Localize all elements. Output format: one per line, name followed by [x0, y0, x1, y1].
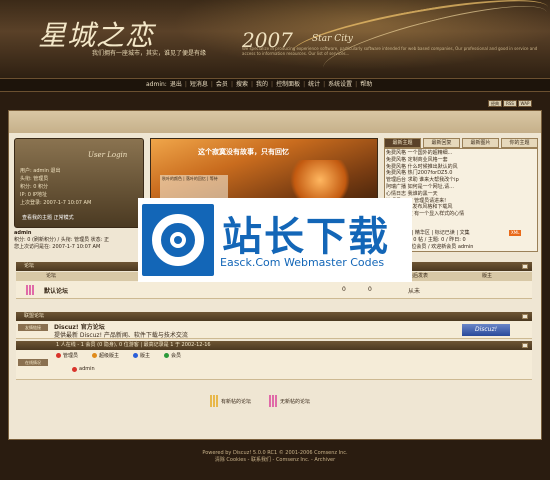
online-legend: 管理员 超级版主 版主 会员 — [56, 352, 181, 359]
collapse-icon[interactable] — [522, 343, 528, 348]
nav-item-search[interactable]: 搜索 — [236, 80, 248, 89]
login-row-user: 用户: admin 退出 — [20, 168, 61, 174]
legend-admin: 管理员 — [56, 352, 78, 359]
online-user[interactable]: admin — [72, 366, 95, 372]
news-item[interactable]: 免费风格 一个国外的超精细... — [386, 150, 464, 157]
news-item[interactable]: 心情日志 我谁的黑一天 — [386, 191, 464, 198]
supermod-icon — [92, 353, 98, 358]
login-row-points: 积分: 0 积分 — [20, 184, 49, 190]
rss-button[interactable]: RSS — [503, 100, 517, 107]
online-label: 在线情况 — [18, 359, 48, 366]
collapse-icon[interactable] — [522, 264, 528, 269]
news-item[interactable]: 免费风格 定制商业风格一套 — [386, 157, 464, 164]
watermark-core-icon — [170, 232, 186, 248]
nav-item-control-panel[interactable]: 控制面板 — [276, 80, 300, 89]
nav-item-stats[interactable]: 统计 — [308, 80, 320, 89]
top-strip — [9, 111, 541, 133]
photo-poem: 秋叶的颜色 | 落叶的回忆 | 等待 — [160, 175, 228, 199]
nav-item-help[interactable]: 帮助 — [360, 80, 372, 89]
my-topics-label[interactable]: 查看我的主题 — [22, 215, 52, 221]
legend-new-posts: 有新帖的论坛 — [210, 395, 251, 407]
online-panel: 在线情况 管理员 超级版主 版主 会员 admin — [16, 350, 532, 380]
nav-item-my[interactable]: 我的 — [256, 80, 268, 89]
nav-user[interactable]: admin: — [146, 80, 167, 89]
tab-latest-replies[interactable]: 最新回复 — [423, 138, 460, 148]
banner-blurb: We specialize in producing experience so… — [242, 46, 538, 56]
login-row-title: 头衔: 管理员 — [20, 176, 49, 182]
legend-no-new-posts: 无新帖的论坛 — [269, 395, 310, 407]
discuz-badge[interactable]: Discuz! — [462, 324, 510, 336]
online-header: 1 人在线 - 1 会员 (0 隐身), 0 位游客 | 最高记录是 1 于 2… — [16, 341, 532, 350]
forum-last-post: 从未 — [408, 288, 421, 295]
my-topics-link[interactable]: 查看我的主题 正常模式 — [22, 214, 74, 221]
forum-row[interactable]: 默认论坛 0 0 从未 — [16, 281, 532, 299]
wap-button[interactable]: WAP — [518, 100, 532, 107]
classic-mode-button[interactable]: 经典 — [488, 100, 502, 107]
banner-star-city: Star City — [312, 34, 353, 44]
partner-category-header[interactable]: 联盟论坛 — [16, 312, 532, 321]
legend-member: 会员 — [164, 352, 181, 359]
partner-desc: 提供最新 Discuz! 产品新闻、软件下载与技术交流 — [54, 332, 188, 339]
login-row-ip: IP: 0 IP地址 — [20, 192, 48, 198]
user-name[interactable]: admin — [14, 230, 31, 236]
watermark-subtitle: Easck.Com Webmaster Codes — [220, 256, 385, 269]
collapse-icon[interactable] — [522, 314, 528, 319]
forum-topics: 0 — [342, 286, 346, 293]
footer-powered[interactable]: Powered by Discuz! 5.0.0 RC1 © 2001-2006… — [0, 450, 550, 457]
legend-supermod: 超级版主 — [92, 352, 119, 359]
site-slogan: 我们拥有一座城市，其实，谁见了便是有缘 — [92, 50, 207, 57]
watermark-title: 站长下载 — [222, 214, 390, 260]
nav-item-messages[interactable]: 短消息 — [190, 80, 208, 89]
bottom-legend: 有新帖的论坛 无新帖的论坛 — [210, 395, 310, 407]
admin-icon — [56, 353, 61, 358]
nav-item-members[interactable]: 会员 — [216, 80, 228, 89]
col-moderator: 版主 — [482, 273, 493, 279]
photo-caption: 这个寂寞没有故事，只有回忆 — [198, 148, 289, 156]
forum-name[interactable]: 默认论坛 — [44, 286, 68, 295]
nav-item-settings[interactable]: 系统设置 — [328, 80, 352, 89]
news-item[interactable]: 管理后台 求助 谁来大帮我改个ip — [386, 177, 464, 184]
mini-toolbar: 经典 RSS WAP — [488, 100, 532, 107]
xml-badge[interactable]: XML — [509, 230, 522, 236]
footer-links[interactable]: 清除 Cookies - 联系我们 - Comsenz Inc. - Archi… — [0, 457, 550, 464]
mod-icon — [133, 353, 139, 358]
admin-icon — [72, 366, 77, 372]
tab-your-topics[interactable]: 你的主题 — [501, 138, 538, 148]
normal-mode-link[interactable]: 正常模式 — [54, 215, 74, 221]
partner-row[interactable]: 友情链接 Discuz! 官方论坛 提供最新 Discuz! 产品新闻、软件下载… — [16, 321, 532, 339]
forum-posts: 0 — [368, 286, 372, 293]
legend-mod: 版主 — [133, 352, 150, 359]
tab-latest-topics[interactable]: 最新主题 — [384, 138, 421, 148]
col-forum: 论坛 — [46, 273, 57, 279]
forum-status-icon — [26, 285, 34, 295]
news-item[interactable]: 阿瑞广播 如何是一个网址,请... — [386, 184, 464, 191]
login-row-last-visit: 上次登录: 2007-1-7 10:07 AM — [20, 200, 92, 206]
new-posts-icon — [210, 395, 218, 407]
partner-label: 友情链接 — [18, 324, 48, 331]
nav-item-logout[interactable]: 退出 — [170, 80, 182, 89]
tab-latest-images[interactable]: 最新图片 — [462, 138, 499, 148]
member-icon — [164, 353, 170, 358]
footer: Powered by Discuz! 5.0.0 RC1 © 2001-2006… — [0, 450, 550, 464]
no-new-posts-icon — [269, 395, 278, 407]
login-title: User Login — [88, 151, 128, 159]
news-tabs: 最新主题 最新回复 最新图片 你的主题 — [384, 138, 538, 148]
nav-menu: admin: 退出 | 短消息 | 会员 | 搜索 | 我的 | 控制面板 | 统计 | 系统… — [146, 80, 373, 89]
